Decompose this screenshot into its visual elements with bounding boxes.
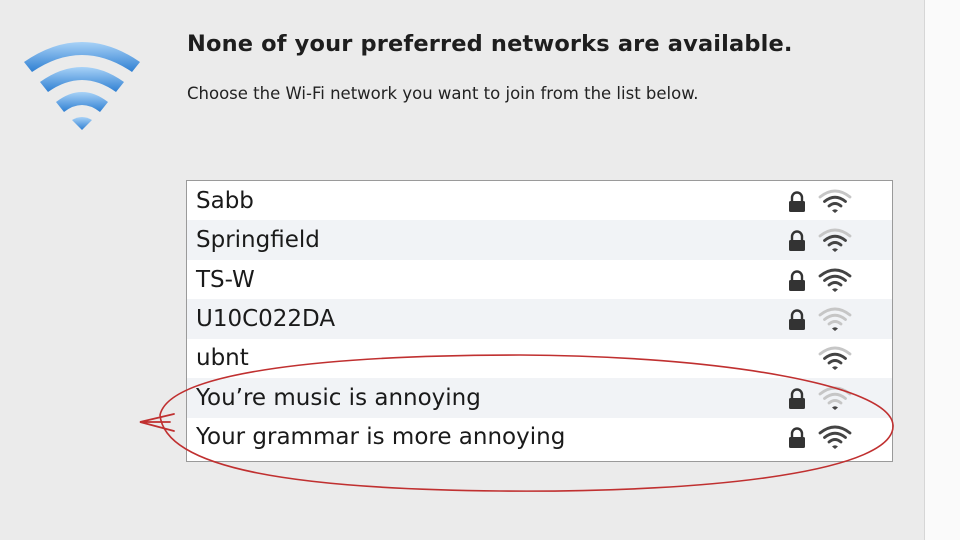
dialog-instructions: Choose the Wi-Fi network you want to joi…: [187, 84, 699, 103]
wifi-signal-icon: [818, 346, 852, 371]
wifi-icon: [24, 42, 140, 130]
wifi-signal-icon: [818, 268, 852, 292]
network-list[interactable]: Sabb Springfield TS-W U10C022DA ubnt You’re m…: [186, 180, 893, 462]
lock-icon: [789, 230, 805, 252]
lock-icon: [789, 269, 805, 291]
network-name: U10C022DA: [196, 305, 336, 332]
wifi-signal-icon: [818, 307, 852, 331]
network-name: You’re music is annoying: [196, 384, 481, 411]
network-name: ubnt: [196, 345, 249, 372]
lock-icon: [789, 191, 805, 212]
lock-icon: [789, 309, 805, 330]
wifi-picker-dialog: None of your preferred networks are avai…: [0, 0, 925, 540]
lock-icon: [789, 387, 805, 409]
network-row[interactable]: ubnt: [187, 338, 892, 378]
network-row[interactable]: Your grammar is more annoying: [187, 417, 892, 457]
wifi-signal-icon: [818, 425, 852, 449]
window-edge: [925, 0, 960, 540]
network-name: Sabb: [196, 188, 254, 214]
network-row[interactable]: U10C022DA: [187, 298, 892, 339]
network-row[interactable]: You’re music is annoying: [187, 377, 892, 418]
network-name: Springfield: [196, 227, 320, 254]
dialog-headline: None of your preferred networks are avai…: [187, 31, 793, 57]
network-row[interactable]: TS-W: [187, 260, 892, 300]
network-name: Your grammar is more annoying: [196, 423, 566, 450]
wifi-signal-icon: [818, 386, 852, 410]
network-name: TS-W: [196, 266, 255, 293]
network-row[interactable]: Springfield: [187, 220, 892, 261]
lock-icon: [789, 427, 805, 448]
wifi-signal-icon: [818, 228, 852, 253]
wifi-signal-icon: [818, 189, 852, 213]
network-row[interactable]: Sabb: [187, 181, 892, 221]
